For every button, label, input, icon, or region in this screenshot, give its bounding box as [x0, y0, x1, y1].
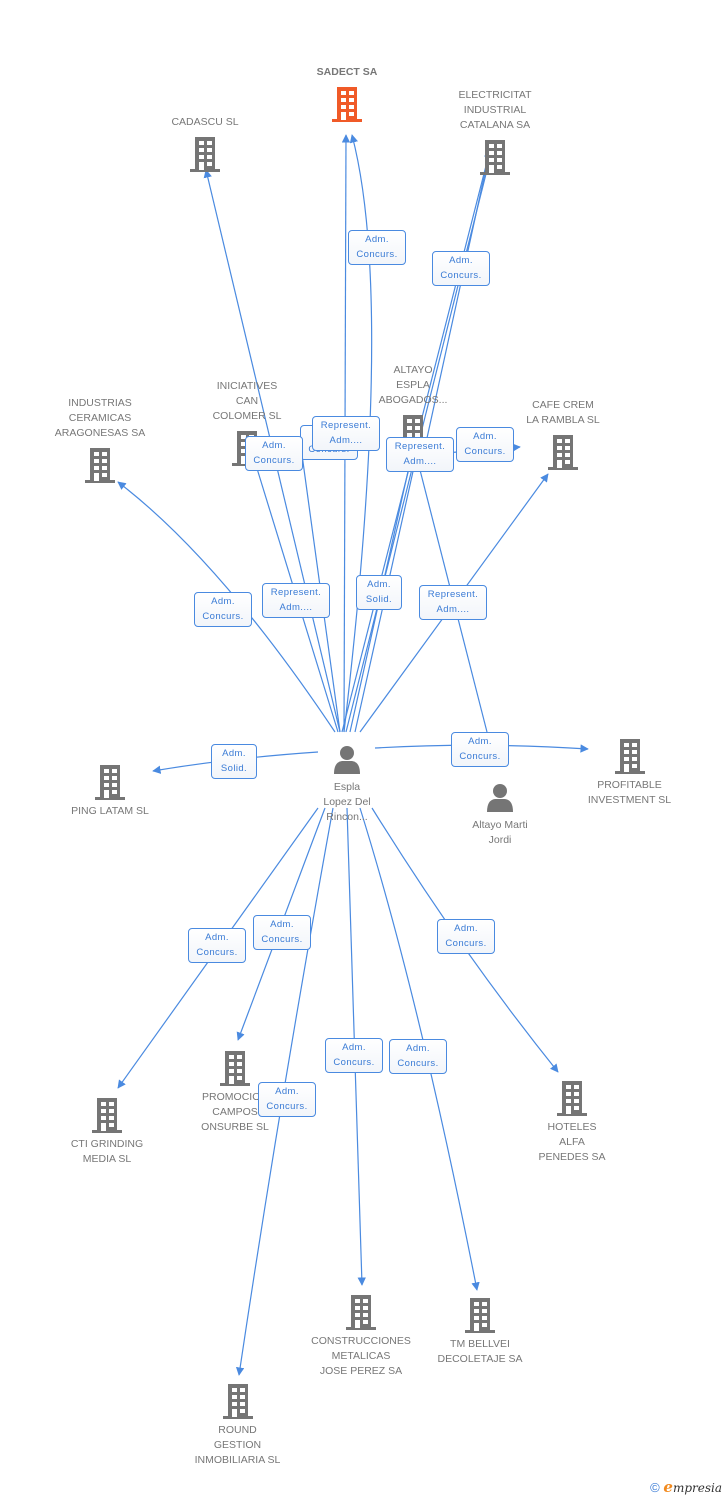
person-icon [334, 746, 360, 774]
edge-label[interactable]: Adm. Solid. [211, 744, 257, 779]
building-icon [92, 1098, 122, 1133]
node-profitable[interactable]: PROFITABLE INVESTMENT SL [572, 738, 687, 808]
edge-label[interactable]: Represent. Adm.... [262, 583, 330, 618]
building-icon [465, 1298, 495, 1333]
node-label: TM BELLVEI DECOLETAJE SA [437, 1338, 523, 1365]
edge-label[interactable]: Represent. Adm.... [312, 416, 380, 451]
edge-label[interactable]: Adm. Concurs. [325, 1038, 383, 1073]
node-label: CAFE CREM LA RAMBLA SL [526, 399, 600, 426]
node-ping-latam[interactable]: PING LATAM SL [55, 764, 165, 819]
node-cafe-crem[interactable]: CAFE CREM LA RAMBLA SL [508, 398, 618, 470]
edge-label[interactable]: Adm. Concurs. [245, 436, 303, 471]
node-label: ELECTRICITAT INDUSTRIAL CATALANA SA [458, 89, 532, 131]
node-round-gestion[interactable]: ROUND GESTION INMOBILIARIA SL [180, 1383, 295, 1468]
empresia-logo: empresia [663, 1478, 722, 1496]
building-icon [548, 435, 578, 470]
node-electricitat[interactable]: ELECTRICITAT INDUSTRIAL CATALANA SA [440, 88, 550, 175]
building-icon [614, 739, 645, 774]
edge-label[interactable]: Adm. Concurs. [188, 928, 246, 963]
node-label: ALTAYO ESPLA ABOGADOS... [378, 364, 448, 406]
building-icon [222, 1384, 253, 1419]
edge-label[interactable]: Adm. Concurs. [194, 592, 252, 627]
building-icon [346, 1295, 376, 1330]
node-label: CADASCU SL [171, 116, 239, 128]
node-label: CONSTRUCCIONES METALICAS JOSE PEREZ SA [311, 1335, 411, 1377]
node-label: INICIATIVES CAN COLOMER SL [212, 380, 282, 422]
node-cadascu[interactable]: CADASCU SL [150, 115, 260, 172]
node-label: Altayo Marti Jordi [472, 819, 528, 846]
node-label: Espla Lopez Del Rincon... [323, 781, 371, 823]
building-icon [557, 1081, 587, 1116]
edge-label[interactable]: Represent. Adm.... [419, 585, 487, 620]
edge-label[interactable]: Adm. Solid. [356, 575, 402, 610]
edge-label[interactable]: Represent. Adm.... [386, 437, 454, 472]
edge-label[interactable]: Adm. Concurs. [389, 1039, 447, 1074]
node-label: INDUSTRIAS CERAMICAS ARAGONESAS SA [54, 397, 146, 439]
node-label: CTI GRINDING MEDIA SL [70, 1138, 144, 1165]
node-cti-grinding[interactable]: CTI GRINDING MEDIA SL [52, 1097, 162, 1167]
edge-label[interactable]: Adm. Concurs. [432, 251, 490, 286]
copyright-icon: © [650, 1480, 660, 1495]
node-altayo-marti[interactable]: Altayo Marti Jordi [450, 782, 550, 848]
edge-label[interactable]: Adm. Concurs. [451, 732, 509, 767]
node-tm-bellvei[interactable]: TM BELLVEI DECOLETAJE SA [425, 1297, 535, 1367]
building-icon [95, 765, 125, 800]
building-icon [332, 87, 362, 122]
building-icon [85, 448, 115, 483]
building-icon [480, 140, 510, 175]
edge-label[interactable]: Adm. Concurs. [258, 1082, 316, 1117]
footer-brand: © empresia [650, 1478, 722, 1496]
edge-label[interactable]: Adm. Concurs. [456, 427, 514, 462]
building-icon [190, 137, 220, 172]
building-icon [220, 1051, 250, 1086]
node-construcciones[interactable]: CONSTRUCCIONES METALICAS JOSE PEREZ SA [300, 1294, 422, 1379]
person-icon [487, 784, 513, 812]
node-label: ROUND GESTION INMOBILIARIA SL [194, 1424, 281, 1466]
node-label: PING LATAM SL [71, 805, 149, 817]
edge-label[interactable]: Adm. Concurs. [437, 919, 495, 954]
edge-label[interactable]: Adm. Concurs. [253, 915, 311, 950]
node-label: PROFITABLE INVESTMENT SL [587, 779, 672, 806]
node-label: HOTELES ALFA PENEDES SA [538, 1121, 606, 1163]
node-espla-lopez[interactable]: Espla Lopez Del Rincon... [297, 744, 397, 825]
node-sadect-sa[interactable]: SADECT SA [297, 65, 397, 122]
edge-label[interactable]: Adm. Concurs. [348, 230, 406, 265]
node-hoteles[interactable]: HOTELES ALFA PENEDES SA [517, 1080, 627, 1165]
node-industrias[interactable]: INDUSTRIAS CERAMICAS ARAGONESAS SA [40, 396, 160, 483]
node-label: SADECT SA [316, 66, 378, 78]
